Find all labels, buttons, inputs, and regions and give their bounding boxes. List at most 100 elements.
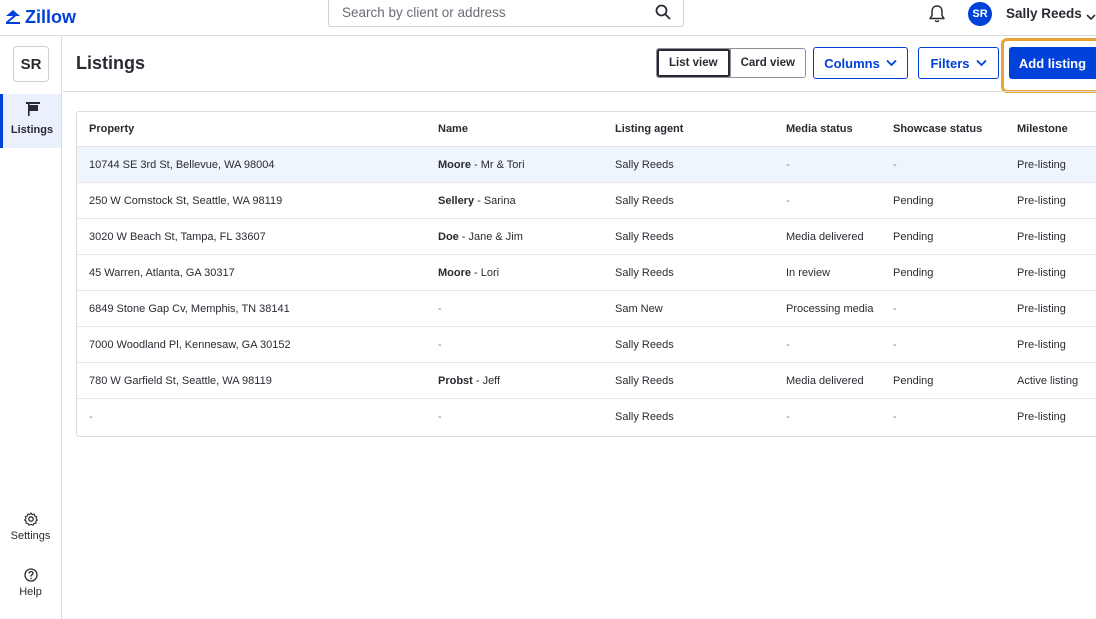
sidebar-item-help[interactable]: Help — [0, 568, 61, 612]
column-header-property[interactable]: Property — [89, 112, 134, 146]
chevron-down-icon — [886, 59, 897, 67]
milestone-cell: Pre-listing — [1017, 158, 1066, 171]
property-cell: 45 Warren, Atlanta, GA 30317 — [89, 266, 235, 279]
name-first: - Sarina — [477, 194, 516, 207]
name-last: Moore — [438, 158, 471, 171]
table-row[interactable]: 45 Warren, Atlanta, GA 30317 Moore - Lor… — [77, 255, 1096, 291]
milestone-cell: Pre-listing — [1017, 411, 1066, 423]
showcase-status-cell: Pending — [893, 194, 934, 207]
name-first: - Mr & Tori — [474, 158, 525, 171]
milestone-cell: Pre-listing — [1017, 194, 1066, 207]
column-header-agent[interactable]: Listing agent — [615, 112, 683, 146]
media-status-cell: Processing media — [786, 302, 874, 315]
chevron-down-icon — [975, 59, 987, 67]
media-status-cell: - — [786, 338, 790, 351]
property-cell: 10744 SE 3rd St, Bellevue, WA 98004 — [89, 158, 275, 171]
view-toggle: List view Card view — [656, 48, 806, 78]
agent-cell: Sam New — [615, 302, 663, 315]
table-row[interactable]: 250 W Comstock St, Seattle, WA 98119 Sel… — [77, 183, 1096, 219]
rail-avatar[interactable]: SR — [13, 46, 49, 82]
name-last: Doe — [438, 230, 459, 243]
search-icon[interactable] — [655, 4, 671, 25]
page-title: Listings — [76, 53, 146, 73]
table-row[interactable]: 780 W Garfield St, Seattle, WA 98119 Pro… — [77, 363, 1096, 399]
name-first: - — [438, 302, 442, 315]
gear-icon — [24, 512, 38, 531]
property-cell: 6849 Stone Gap Cv, Memphis, TN 38141 — [89, 302, 290, 315]
columns-button[interactable]: Columns — [813, 47, 908, 79]
name-first: - Jeff — [475, 374, 501, 387]
sidebar-item-listings[interactable]: Listings — [0, 94, 61, 148]
table-row[interactable]: - - Sally Reeds - - Pre-listing — [77, 399, 1096, 435]
agent-cell: Sally Reeds — [615, 158, 674, 171]
agent-cell: Sally Reeds — [615, 194, 674, 207]
user-avatar[interactable]: SR — [968, 2, 992, 26]
table-row[interactable]: 6849 Stone Gap Cv, Memphis, TN 38141 - S… — [77, 291, 1096, 327]
table-row[interactable]: 7000 Woodland Pl, Kennesaw, GA 30152 - S… — [77, 327, 1096, 363]
name-cell: - — [438, 327, 442, 362]
agent-cell: Sally Reeds — [615, 230, 674, 243]
name-cell: - — [438, 291, 442, 326]
showcase-status-cell: Pending — [893, 374, 934, 387]
media-status-cell: Media delivered — [786, 374, 864, 387]
user-name[interactable]: Sally Reeds — [1006, 6, 1082, 21]
sidebar-item-label: Help — [19, 586, 42, 598]
property-cell: 7000 Woodland Pl, Kennesaw, GA 30152 — [89, 338, 291, 351]
card-view-button[interactable]: Card view — [729, 49, 805, 77]
name-first: - — [438, 338, 442, 351]
list-view-button[interactable]: List view — [657, 49, 730, 77]
showcase-status-cell: - — [893, 158, 897, 171]
left-rail: SR Listings Settings Help — [0, 36, 62, 619]
bell-icon[interactable] — [928, 4, 946, 29]
name-cell: Moore - Lori — [438, 255, 499, 290]
milestone-cell: Pre-listing — [1017, 302, 1066, 315]
showcase-status-cell: Pending — [893, 266, 934, 279]
zillow-logo-text: Zillow — [25, 6, 76, 27]
name-last: Sellery — [438, 194, 475, 207]
showcase-status-cell: - — [893, 302, 897, 315]
columns-label: Columns — [824, 55, 880, 71]
milestone-cell: Pre-listing — [1017, 266, 1066, 279]
filters-button[interactable]: Filters — [918, 47, 999, 79]
search-input[interactable]: Search by client or address — [328, 0, 684, 27]
sidebar-item-label: Settings — [10, 530, 51, 542]
sidebar-item-settings[interactable]: Settings — [0, 512, 61, 556]
table-header-row: Property Name Listing agent Media status… — [77, 112, 1096, 147]
property-cell: 780 W Garfield St, Seattle, WA 98119 — [89, 374, 272, 387]
agent-cell: Sally Reeds — [615, 374, 674, 387]
agent-cell: Sally Reeds — [615, 338, 674, 351]
column-header-showcase-status[interactable]: Showcase status — [893, 112, 982, 146]
milestone-cell: Active listing — [1017, 374, 1079, 387]
name-cell: - — [438, 399, 442, 435]
name-cell: Moore - Mr & Tori — [438, 147, 525, 182]
name-cell: Doe - Jane & Jim — [438, 219, 523, 254]
showcase-status-cell: - — [893, 411, 897, 423]
showcase-status-cell: - — [893, 338, 897, 351]
milestone-cell: Pre-listing — [1017, 230, 1066, 243]
flag-icon — [26, 102, 40, 121]
media-status-cell: - — [786, 194, 790, 207]
zillow-logo[interactable]: Zillow — [4, 5, 76, 29]
agent-cell: Sally Reeds — [615, 411, 674, 423]
table-row[interactable]: 3020 W Beach St, Tampa, FL 33607 Doe - J… — [77, 219, 1096, 255]
media-status-cell: - — [786, 158, 790, 171]
media-status-cell: In review — [786, 266, 831, 279]
zillow-logo-icon — [6, 10, 20, 24]
chevron-down-icon[interactable] — [1086, 8, 1096, 26]
column-header-name[interactable]: Name — [438, 112, 468, 146]
search-placeholder: Search by client or address — [342, 5, 506, 20]
name-cell: Probst - Jeff — [438, 363, 500, 398]
add-listing-button[interactable]: Add listing — [1009, 47, 1096, 79]
name-first: - — [438, 411, 442, 423]
media-status-cell: Media delivered — [786, 230, 864, 243]
filters-label: Filters — [930, 55, 970, 71]
header-divider — [63, 91, 1096, 92]
media-status-cell: - — [786, 411, 790, 423]
name-last: Moore — [438, 266, 471, 279]
property-cell: 250 W Comstock St, Seattle, WA 98119 — [89, 194, 283, 207]
column-header-milestone[interactable]: Milestone — [1017, 112, 1068, 146]
table-row[interactable]: 10744 SE 3rd St, Bellevue, WA 98004 Moor… — [77, 147, 1096, 183]
listings-table: Property Name Listing agent Media status… — [76, 111, 1096, 437]
name-cell: Sellery - Sarina — [438, 183, 516, 218]
column-header-media-status[interactable]: Media status — [786, 112, 853, 146]
